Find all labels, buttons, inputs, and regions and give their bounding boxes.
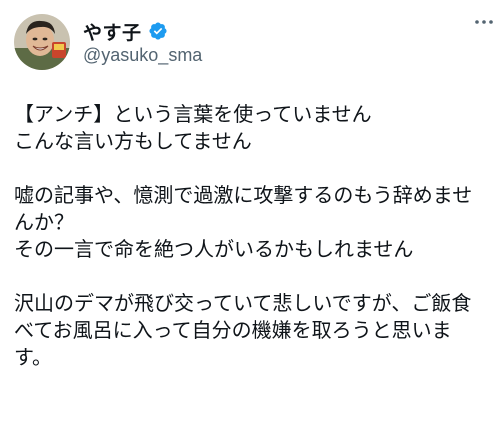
tweet-text-line: べてお風呂に入って自分の機嫌を取ろうと思いま (14, 318, 452, 342)
tweet-text-line-blank (14, 263, 488, 290)
tweet-text-line-blank (14, 155, 488, 182)
tweet-text-line: その一言で命を絶つ人がいるかもしれません (14, 237, 414, 261)
name-row: やす子 (83, 18, 202, 44)
handle[interactable]: @yasuko_sma (83, 45, 202, 66)
tweet-text-line: 【アンチ】という言葉を使っていません (14, 102, 372, 126)
author-info: やす子 @yasuko_sma (83, 18, 202, 66)
display-name[interactable]: やす子 (83, 18, 142, 45)
avatar[interactable] (14, 14, 70, 70)
tweet-text-line: 沢山のデマが飛び交っていて悲しいですが、ご飯食 (14, 291, 472, 315)
tweet-text-line: す。 (14, 345, 52, 369)
tweet-text-line: こんな言い方もしてません (14, 129, 252, 153)
tweet-text: 【アンチ】という言葉を使っていません こんな言い方もしてません 嘘の記事や、憶測… (14, 101, 488, 371)
tweet-text-line: んか？ (14, 210, 74, 234)
more-options-icon[interactable] (472, 10, 496, 34)
tweet-header: やす子 @yasuko_sma (14, 12, 486, 72)
verified-badge-icon (148, 21, 168, 41)
tweet-card: やす子 @yasuko_sma 【アンチ】という言葉を使っていません こんな言い… (0, 0, 500, 425)
avatar-photo (14, 14, 70, 70)
tweet-text-line: 嘘の記事や、憶測で過激に攻撃するのもう辞めませ (14, 183, 473, 207)
